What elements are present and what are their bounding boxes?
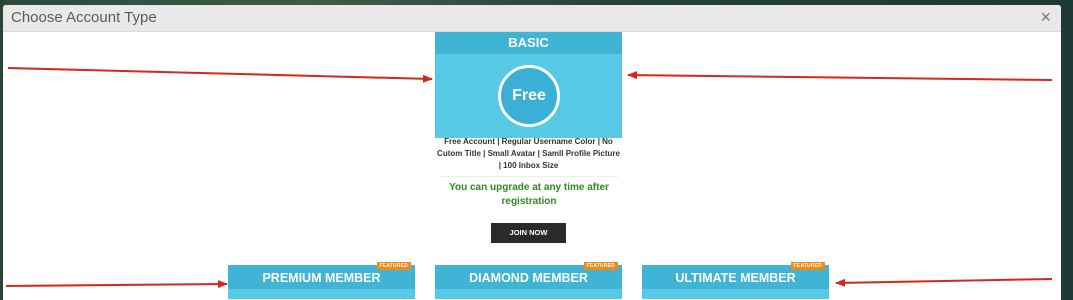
plan-description: Free Account | Regular Username Color | …	[437, 137, 620, 170]
divider	[440, 176, 618, 177]
featured-badge: FEATURED	[376, 262, 411, 270]
plan-price-area: Free	[435, 54, 622, 138]
modal-header: Choose Account Type ×	[3, 5, 1061, 32]
plan-card-premium[interactable]: PREMIUM MEMBER FEATURED	[228, 262, 415, 299]
plan-card-basic: BASIC Free	[435, 32, 622, 138]
plan-card-diamond[interactable]: DIAMOND MEMBER FEATURED	[435, 262, 622, 299]
plan-body-strip	[228, 289, 415, 299]
featured-badge: FEATURED	[790, 262, 825, 270]
modal-title: Choose Account Type	[11, 9, 157, 26]
close-icon[interactable]: ×	[1040, 7, 1051, 27]
join-now-button[interactable]: JOIN NOW	[491, 223, 566, 243]
upgrade-note: You can upgrade at any time after regist…	[449, 182, 609, 207]
plan-body-strip	[642, 289, 829, 299]
price-circle: Free	[498, 65, 560, 127]
background-right	[1061, 0, 1073, 300]
plan-card-ultimate[interactable]: ULTIMATE MEMBER FEATURED	[642, 262, 829, 299]
featured-badge: FEATURED	[583, 262, 618, 270]
plan-name: BASIC	[435, 32, 622, 54]
plan-body-strip	[435, 289, 622, 299]
